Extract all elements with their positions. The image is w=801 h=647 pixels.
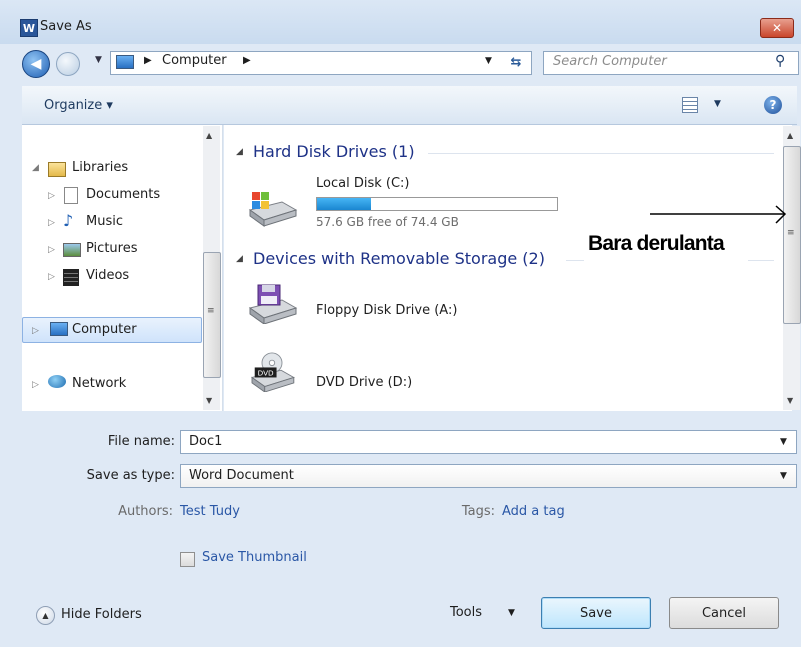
collapsed-triangle-icon[interactable]: ▷ — [48, 245, 55, 255]
forward-button[interactable] — [56, 52, 80, 76]
collapsed-triangle-icon[interactable]: ▷ — [32, 326, 39, 336]
tools-button[interactable]: Tools — [450, 605, 482, 620]
collapsed-triangle-icon[interactable]: ▷ — [48, 218, 55, 228]
organize-button[interactable]: Organize ▾ — [44, 98, 113, 113]
collapsed-triangle-icon[interactable]: ▷ — [32, 380, 39, 390]
music-icon: ♪ — [63, 211, 74, 230]
authors-label: Authors: — [118, 504, 173, 519]
filename-label: File name: — [107, 434, 175, 449]
group-title-hard-disk-drives[interactable]: Hard Disk Drives (1) — [253, 142, 415, 161]
documents-icon — [64, 187, 78, 204]
window-title: Save As — [40, 19, 92, 34]
scroll-grip-icon: ≡ — [207, 306, 215, 316]
disk-capacity-fill — [317, 198, 371, 210]
dvd-badge: DVD — [258, 369, 274, 378]
tags-value[interactable]: Add a tag — [502, 504, 565, 519]
dvd-drive-icon: DVD — [250, 352, 295, 392]
filename-value[interactable]: Doc1 — [189, 434, 222, 449]
title-bar — [0, 0, 801, 44]
library-folder-icon — [48, 162, 66, 177]
hide-folders-icon[interactable]: ▲ — [36, 606, 55, 625]
videos-icon — [63, 269, 79, 286]
breadcrumb-chevron-icon[interactable]: ▶ — [243, 55, 251, 66]
save-thumbnail-checkbox[interactable] — [180, 552, 195, 567]
address-dropdown-icon[interactable]: ▼ — [485, 56, 492, 66]
computer-icon — [116, 55, 134, 69]
scroll-grip-icon: ≡ — [787, 228, 795, 238]
scroll-up-icon[interactable]: ▲ — [206, 131, 212, 140]
nav-item-videos[interactable]: Videos — [86, 268, 129, 283]
change-view-icon[interactable] — [682, 97, 698, 113]
back-arrow-icon: ◀ — [30, 56, 42, 72]
expanded-triangle-icon[interactable]: ◢ — [32, 163, 39, 173]
views-dropdown-icon[interactable]: ▼ — [714, 99, 721, 109]
nav-item-libraries[interactable]: Libraries — [72, 160, 128, 175]
saveastype-label: Save as type: — [86, 468, 175, 483]
group-collapse-icon[interactable]: ◢ — [236, 147, 243, 157]
authors-value[interactable]: Test Tudy — [180, 504, 240, 519]
nav-item-pictures[interactable]: Pictures — [86, 241, 137, 256]
computer-icon — [50, 322, 68, 336]
back-button[interactable]: ◀ — [22, 50, 50, 78]
nav-item-documents[interactable]: Documents — [86, 187, 160, 202]
floppy-drive-icon — [248, 284, 298, 324]
annotation-arrow-icon — [650, 205, 787, 224]
group-divider — [428, 153, 774, 154]
cancel-button[interactable]: Cancel — [669, 597, 779, 629]
tags-label: Tags: — [461, 504, 495, 519]
drive-label-floppy[interactable]: Floppy Disk Drive (A:) — [316, 303, 457, 318]
breadcrumb-computer[interactable]: Computer — [162, 53, 227, 68]
close-button[interactable]: ✕ — [760, 18, 794, 38]
group-title-removable-storage[interactable]: Devices with Removable Storage (2) — [253, 249, 545, 268]
hide-folders-button[interactable]: Hide Folders — [61, 607, 142, 622]
save-thumbnail-label[interactable]: Save Thumbnail — [202, 550, 307, 565]
pictures-icon — [63, 243, 81, 257]
tools-dropdown-icon[interactable]: ▼ — [508, 608, 515, 618]
filename-dropdown-icon[interactable]: ▼ — [780, 437, 787, 447]
drive-label-local-disk[interactable]: Local Disk (C:) — [316, 176, 409, 191]
saveastype-dropdown-icon[interactable]: ▼ — [780, 471, 787, 481]
saveastype-value[interactable]: Word Document — [189, 468, 294, 483]
search-icon[interactable]: ⚲ — [775, 53, 785, 69]
save-button[interactable]: Save — [541, 597, 651, 629]
nav-item-music[interactable]: Music — [86, 214, 123, 229]
nav-item-computer[interactable]: Computer — [72, 322, 137, 337]
filename-input[interactable] — [180, 430, 797, 454]
scroll-down-icon[interactable]: ▼ — [787, 396, 793, 405]
scroll-up-icon[interactable]: ▲ — [787, 131, 793, 140]
breadcrumb-chevron-icon[interactable]: ▶ — [144, 55, 152, 66]
network-icon — [48, 375, 66, 388]
recent-pages-dropdown-icon[interactable]: ▼ — [95, 55, 102, 65]
hard-disk-icon — [248, 192, 298, 227]
disk-free-space: 57.6 GB free of 74.4 GB — [316, 215, 459, 229]
nav-item-network[interactable]: Network — [72, 376, 126, 391]
collapsed-triangle-icon[interactable]: ▷ — [48, 191, 55, 201]
annotation-text: Bara derulanta — [588, 232, 725, 255]
help-icon[interactable]: ? — [764, 96, 782, 114]
group-collapse-icon[interactable]: ◢ — [236, 254, 243, 264]
search-placeholder: Search Computer — [553, 54, 667, 69]
word-app-icon: W — [20, 19, 38, 37]
drive-label-dvd[interactable]: DVD Drive (D:) — [316, 375, 412, 390]
collapsed-triangle-icon[interactable]: ▷ — [48, 272, 55, 282]
command-toolbar — [22, 86, 797, 125]
scroll-down-icon[interactable]: ▼ — [206, 396, 212, 405]
refresh-icon[interactable]: ⇆ — [505, 51, 527, 73]
